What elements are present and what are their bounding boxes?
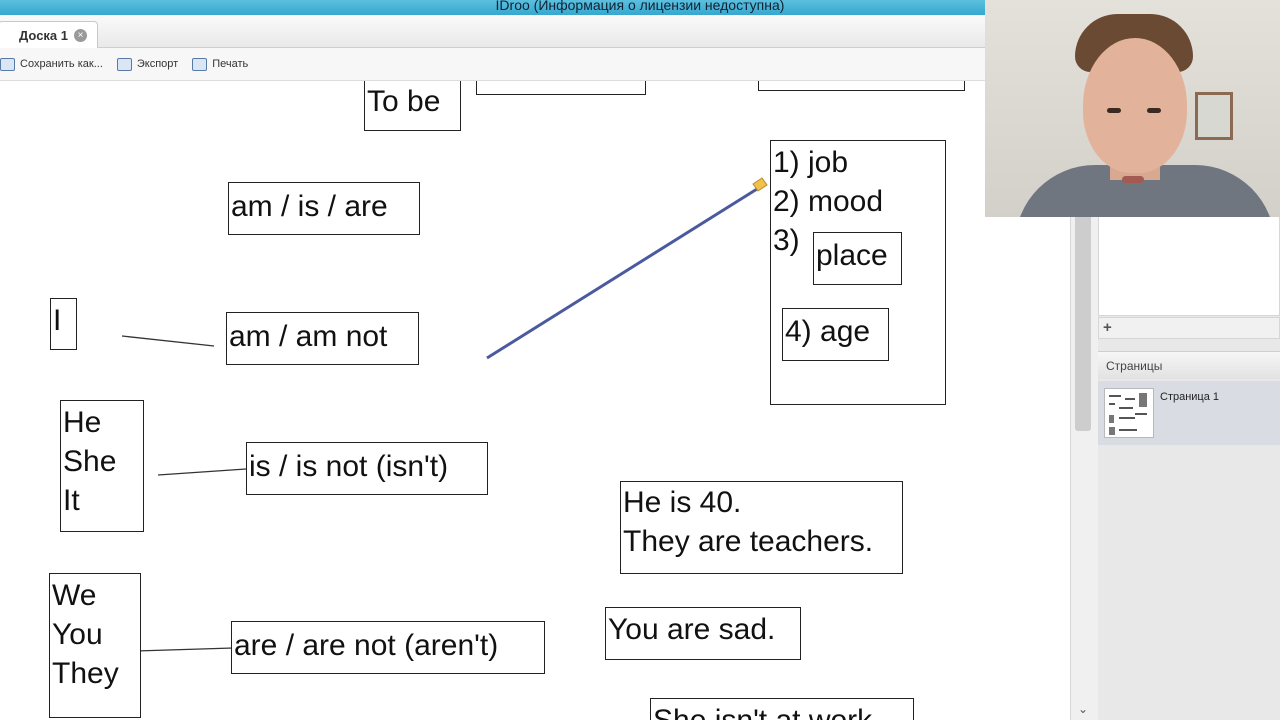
text-example-3[interactable]: She isn't at work. xyxy=(650,698,914,720)
person-mouth xyxy=(1122,176,1144,183)
text-place[interactable]: place xyxy=(813,232,902,285)
save-icon xyxy=(0,57,15,71)
text-is-not[interactable]: is / is not (isn't) xyxy=(246,442,488,495)
page-list-item[interactable]: Страница 1 xyxy=(1098,381,1280,445)
tab-bar: Доска 1 × xyxy=(0,15,1100,48)
export-icon xyxy=(116,57,132,71)
print-button[interactable]: Печать xyxy=(192,57,249,71)
webcam-video-overlay xyxy=(985,0,1280,217)
text-he-she-it[interactable]: He She It xyxy=(60,400,144,532)
text-am-is-are[interactable]: am / is / are xyxy=(228,182,420,235)
text-we-you-they[interactable]: We You They xyxy=(49,573,141,718)
chevron-down-icon[interactable]: ⌄ xyxy=(1078,702,1088,716)
person-head xyxy=(1083,38,1187,173)
text-are-not[interactable]: are / are not (aren't) xyxy=(231,621,545,674)
export-label: Экспорт xyxy=(136,58,179,70)
sidebar-toolbar: + xyxy=(1098,317,1280,339)
person-eye-left xyxy=(1107,108,1121,113)
pages-panel-header: Страницы xyxy=(1098,351,1280,379)
close-icon[interactable]: × xyxy=(74,28,87,42)
wall-picture-frame xyxy=(1195,92,1233,140)
text-example-1[interactable]: He is 40. They are teachers. xyxy=(620,481,903,574)
text-am-not[interactable]: am / am not xyxy=(226,312,419,365)
tab-label: Доска 1 xyxy=(19,27,68,43)
text-example-2[interactable]: You are sad. xyxy=(605,607,801,660)
save-as-label: Сохранить как... xyxy=(20,58,103,70)
text-age[interactable]: 4) age xyxy=(782,308,889,361)
page-thumbnail xyxy=(1104,388,1154,438)
print-label: Печать xyxy=(212,58,249,70)
add-icon[interactable]: + xyxy=(1103,319,1112,336)
save-as-button[interactable]: Сохранить как... xyxy=(0,57,103,71)
partial-box-top-right[interactable] xyxy=(758,81,965,91)
person-eye-right xyxy=(1147,108,1161,113)
toolbar: Сохранить как... Экспорт Печать xyxy=(0,48,1100,81)
whiteboard-canvas[interactable]: To be am / is / are I am / am not He She… xyxy=(0,81,1070,720)
page-label: Страница 1 xyxy=(1160,391,1220,403)
connector-i xyxy=(121,335,215,347)
connector-we-you-they xyxy=(135,647,234,652)
text-to-be[interactable]: To be xyxy=(364,81,461,131)
pen-stroke xyxy=(486,187,758,360)
connector-he-she-it xyxy=(157,468,247,476)
export-button[interactable]: Экспорт xyxy=(116,57,179,71)
window-title: IDroo (Информация о лицензии недоступна) xyxy=(495,0,785,13)
tab-board-1[interactable]: Доска 1 × xyxy=(0,21,98,48)
scrollbar-thumb[interactable] xyxy=(1075,201,1091,431)
partial-box-top-left[interactable] xyxy=(476,81,646,95)
printer-icon xyxy=(192,57,208,71)
text-pronoun-i[interactable]: I xyxy=(50,298,77,350)
